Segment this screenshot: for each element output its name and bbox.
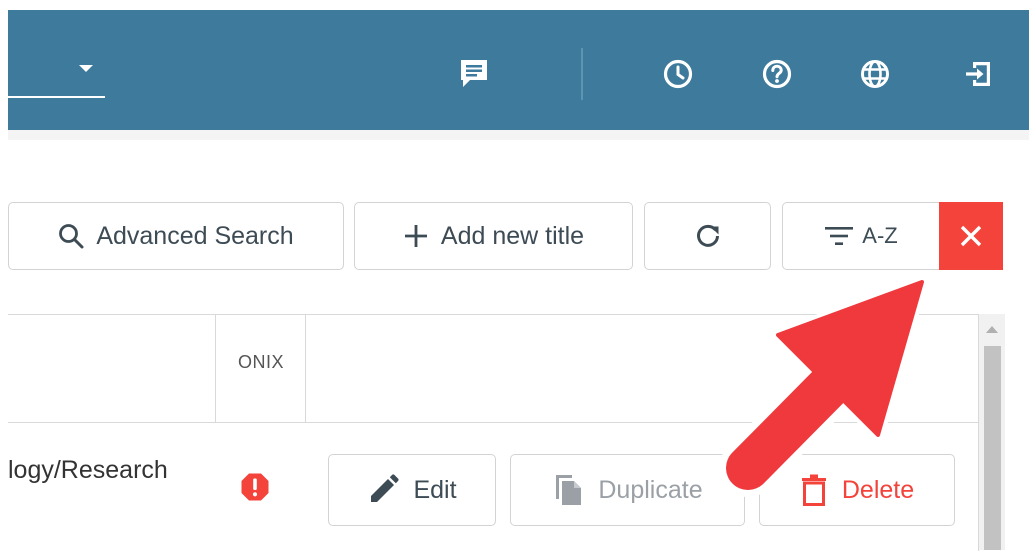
header-divider	[581, 48, 583, 100]
language-icon[interactable]	[859, 58, 891, 90]
project-select-underline[interactable]	[8, 96, 105, 98]
history-icon[interactable]	[662, 58, 694, 90]
advanced-search-button[interactable]: Advanced Search	[8, 202, 344, 270]
clear-sort-button[interactable]	[939, 202, 1003, 270]
onix-error-icon	[240, 472, 270, 507]
filter-list-icon	[825, 227, 854, 245]
scrollbar-thumb[interactable]	[984, 346, 1001, 550]
plus-icon	[404, 225, 427, 247]
help-icon[interactable]	[761, 58, 793, 90]
search-icon	[59, 224, 84, 249]
refresh-button[interactable]	[644, 202, 771, 270]
logout-icon[interactable]	[963, 58, 995, 90]
title-cell: logy/Research	[8, 456, 168, 484]
close-icon	[960, 225, 982, 247]
copy-icon	[556, 475, 582, 505]
top-app-bar	[8, 10, 1029, 130]
add-new-title-button[interactable]: Add new title	[354, 202, 633, 270]
add-new-title-label: Add new title	[440, 221, 585, 250]
advanced-search-label: Advanced Search	[96, 221, 294, 250]
scroll-up-arrow-icon[interactable]	[986, 326, 998, 333]
annotation-arrow-icon	[719, 276, 928, 497]
pencil-icon	[371, 474, 400, 502]
chevron-down-icon[interactable]	[79, 65, 93, 72]
column-header-onix: ONIX	[237, 352, 284, 372]
edit-button[interactable]: Edit	[328, 454, 496, 526]
chat-icon[interactable]	[458, 58, 490, 90]
duplicate-label: Duplicate	[598, 475, 703, 504]
refresh-icon	[696, 224, 719, 247]
sort-button[interactable]: A-Z	[782, 202, 940, 270]
header-shadow	[8, 130, 1029, 140]
edit-label: Edit	[413, 475, 457, 504]
sort-label: A-Z	[862, 223, 898, 248]
